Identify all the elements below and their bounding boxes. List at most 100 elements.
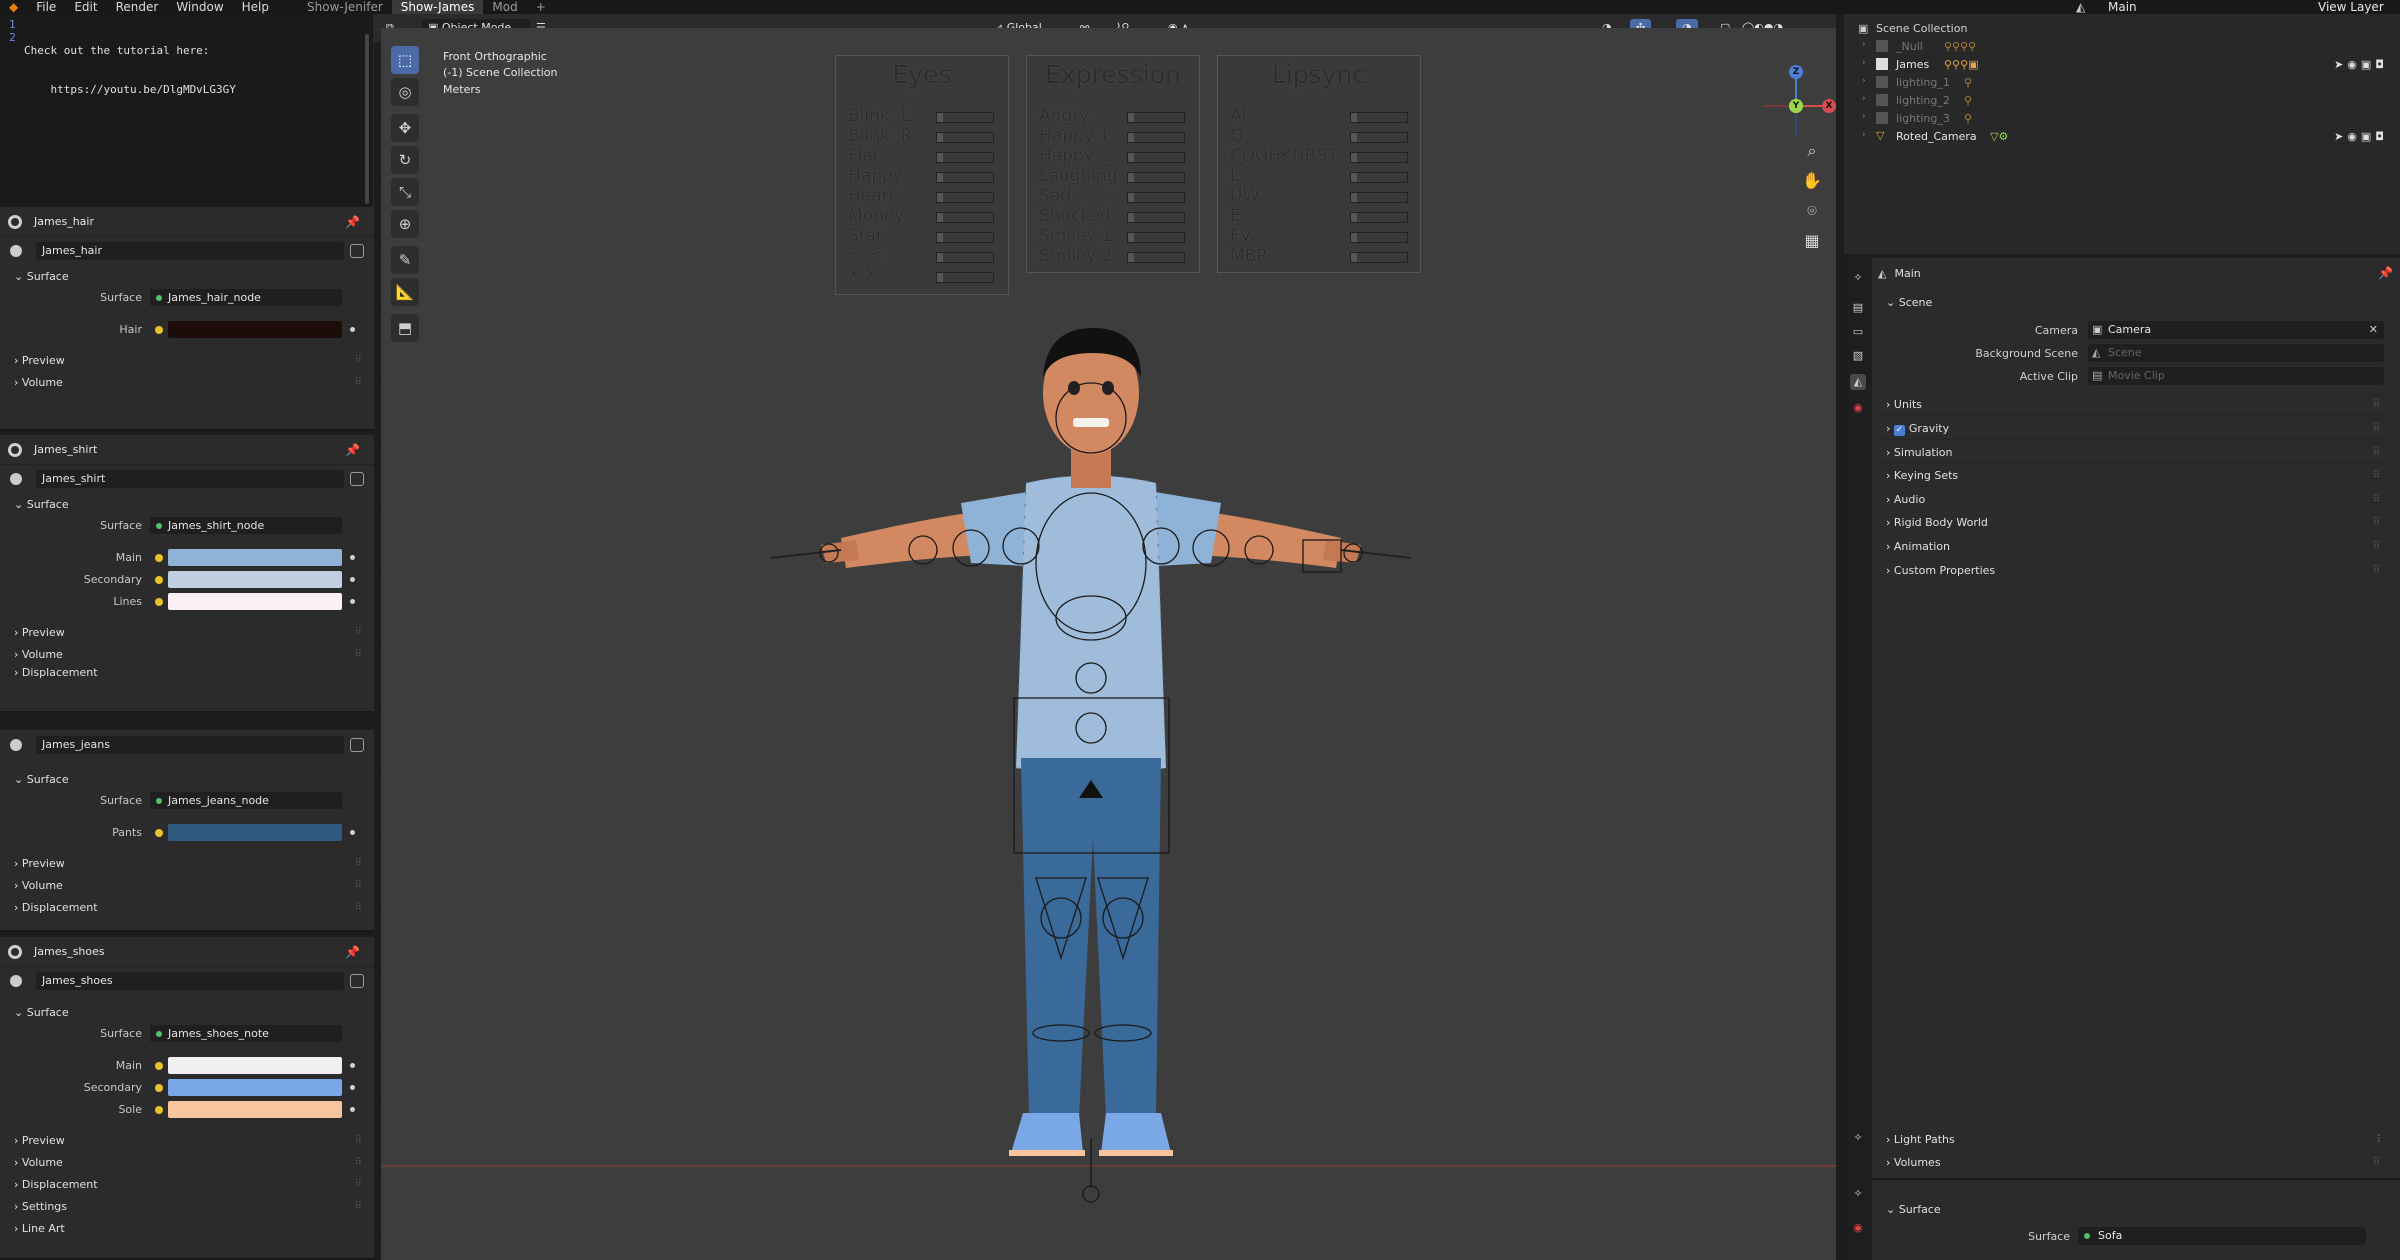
cursor-tool-icon[interactable]: ◎	[391, 78, 419, 106]
clear-icon[interactable]: ✕	[2369, 321, 2378, 339]
eye-slider[interactable]	[936, 132, 994, 143]
tab-show-james[interactable]: Show-James	[391, 0, 484, 14]
section-audio[interactable]: › Audio ⠿	[1878, 489, 2388, 511]
view-layer-tab-icon[interactable]: ▧	[1850, 348, 1866, 364]
section-displacement[interactable]: › Displacement ⠿	[0, 896, 374, 918]
section-animation[interactable]: › Animation ⠿	[1878, 536, 2388, 558]
menu-file[interactable]: File	[27, 0, 65, 14]
fake-user-icon[interactable]	[350, 244, 364, 258]
section-preview[interactable]: › Preview ⠿	[0, 349, 374, 371]
pan-hand-icon[interactable]: ✋	[1799, 168, 1825, 194]
section-surface[interactable]: ⌄ Surface	[0, 493, 374, 515]
3d-viewport[interactable]: ⬚ ◎ ✥ ↻ ⤡ ⊕ ✎ 📐 ⬒ Front Orthographic (-1…	[381, 28, 1836, 1260]
active-clip-field[interactable]: Movie Clip ▤	[2088, 367, 2384, 385]
pin-icon[interactable]: 📌	[2378, 266, 2393, 280]
material-slot-field[interactable]: James_hair	[36, 242, 344, 260]
hair-color-swatch[interactable]	[168, 321, 342, 338]
expression-slider[interactable]	[1127, 112, 1185, 123]
keyframe-icon[interactable]	[350, 830, 355, 835]
expression-slider[interactable]	[1127, 152, 1185, 163]
tool-tab-icon-3[interactable]: ✧	[1850, 1186, 1866, 1202]
scale-tool-icon[interactable]: ⤡	[391, 178, 419, 206]
keyframe-icon[interactable]	[350, 1063, 355, 1068]
lipsync-slider[interactable]	[1350, 252, 1408, 263]
select-box-tool-icon[interactable]: ⬚	[391, 46, 419, 74]
lines-color-swatch[interactable]	[168, 593, 342, 610]
section-volume[interactable]: › Volume ⠿	[0, 874, 374, 896]
tab-show-jenifer[interactable]: Show-Jenifer	[298, 0, 392, 14]
section-volume[interactable]: › Volume ⠿	[0, 371, 374, 393]
lipsync-slider[interactable]	[1350, 192, 1408, 203]
view-layer-name[interactable]: View Layer	[2318, 0, 2384, 14]
expression-slider[interactable]	[1127, 132, 1185, 143]
pants-color-swatch[interactable]	[168, 824, 342, 841]
world-surface-field[interactable]: Sofa	[2078, 1227, 2366, 1245]
section-volume[interactable]: › Volume ⠿	[0, 643, 374, 665]
scene-name[interactable]: Main	[2108, 0, 2137, 14]
lipsync-slider[interactable]	[1350, 132, 1408, 143]
keyframe-icon[interactable]	[350, 599, 355, 604]
expression-slider[interactable]	[1127, 192, 1185, 203]
keyframe-icon[interactable]	[350, 555, 355, 560]
scene-tab-icon[interactable]: ◭	[1850, 374, 1866, 390]
tool-tab-icon[interactable]: ✧	[1850, 270, 1866, 286]
fake-user-icon[interactable]	[350, 472, 364, 486]
outliner-item[interactable]: › ▽ Roted_Camera ▽⚙ ➤◉▣◘	[1844, 128, 2400, 146]
surface-node-field[interactable]: James_shoes_note	[150, 1025, 342, 1042]
keyframe-icon[interactable]	[350, 1107, 355, 1112]
outliner-item[interactable]: › lighting_3 ⚲	[1844, 110, 2400, 128]
output-tab-icon[interactable]: ▭	[1850, 324, 1866, 340]
section-keying-sets[interactable]: › Keying Sets ⠿	[1878, 465, 2388, 487]
gizmo-x-icon[interactable]: X	[1822, 99, 1836, 113]
character-james[interactable]	[641, 318, 1541, 1218]
material-browse-icon[interactable]	[10, 739, 22, 751]
material-slot-field[interactable]: James_jeans	[36, 736, 344, 754]
section-volume[interactable]: › Volume ⠿	[0, 1151, 374, 1173]
section-line-art[interactable]: › Line Art	[0, 1217, 374, 1239]
world-tab-icon[interactable]: ◉	[1850, 400, 1866, 416]
tool-tab-icon-2[interactable]: ✧	[1850, 1130, 1866, 1146]
eye-slider[interactable]	[936, 232, 994, 243]
section-units[interactable]: › Units ⠿	[1878, 394, 2388, 416]
expression-slider[interactable]	[1127, 232, 1185, 243]
section-displacement[interactable]: › Displacement ⠿	[0, 1173, 374, 1195]
rotate-tool-icon[interactable]: ↻	[391, 146, 419, 174]
material-slot-field[interactable]: James_shirt	[36, 470, 344, 488]
zoom-icon[interactable]: ⌕	[1799, 138, 1825, 164]
annotate-tool-icon[interactable]: ✎	[391, 246, 419, 274]
outliner-item[interactable]: › _Null ⚲⚲⚲⚲	[1844, 38, 2400, 56]
main-color-swatch[interactable]	[168, 549, 342, 566]
navigation-gizmo[interactable]	[1751, 48, 1836, 148]
eye-slider[interactable]	[936, 112, 994, 123]
expression-slider[interactable]	[1127, 252, 1185, 263]
menu-render[interactable]: Render	[107, 0, 168, 14]
pin-icon[interactable]: 📌	[345, 443, 360, 457]
material-browse-icon[interactable]	[10, 245, 22, 257]
lipsync-slider[interactable]	[1350, 152, 1408, 163]
fake-user-icon[interactable]	[350, 974, 364, 988]
menu-window[interactable]: Window	[167, 0, 232, 14]
blender-logo-icon[interactable]: ◆	[0, 0, 27, 14]
move-tool-icon[interactable]: ✥	[391, 114, 419, 142]
material-browse-icon[interactable]	[10, 473, 22, 485]
transform-tool-icon[interactable]: ⊕	[391, 210, 419, 238]
expression-slider[interactable]	[1127, 212, 1185, 223]
section-simulation[interactable]: › Simulation ⠿	[1878, 442, 2388, 464]
section-custom-properties[interactable]: › Custom Properties ⠿	[1878, 560, 2388, 582]
lipsync-slider[interactable]	[1350, 232, 1408, 243]
lipsync-slider[interactable]	[1350, 172, 1408, 183]
main-color-swatch[interactable]	[168, 1057, 342, 1074]
eye-slider[interactable]	[936, 172, 994, 183]
scene-icon[interactable]: ◭	[2076, 0, 2085, 14]
section-preview[interactable]: › Preview ⠿	[0, 1129, 374, 1151]
section-preview[interactable]: › Preview ⠿	[0, 621, 374, 643]
section-volumes[interactable]: › Volumes ⠿	[1878, 1152, 2388, 1174]
visibility-toggles[interactable]: ➤◉▣◘	[2334, 58, 2388, 71]
outliner-item[interactable]: › lighting_2 ⚲	[1844, 92, 2400, 110]
keyframe-icon[interactable]	[350, 577, 355, 582]
section-displacement[interactable]: › Displacement	[0, 665, 374, 679]
eye-slider[interactable]	[936, 192, 994, 203]
section-light-paths[interactable]: › Light Paths ⫶	[1878, 1129, 2388, 1151]
sole-color-swatch[interactable]	[168, 1101, 342, 1118]
eye-slider[interactable]	[936, 212, 994, 223]
